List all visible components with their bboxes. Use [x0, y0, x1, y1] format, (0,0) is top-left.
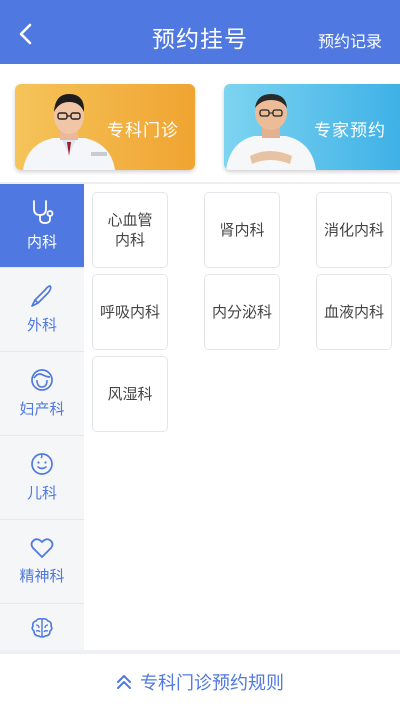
sidebar-item-internal-medicine[interactable]: 内科	[0, 184, 84, 268]
department-label: 心血管内科	[107, 211, 153, 249]
specialist-clinic-label: 专科门诊	[107, 121, 179, 141]
sidebar-item-label: 外科	[26, 316, 57, 334]
sidebar-item-neurology[interactable]	[0, 604, 84, 650]
sidebar-item-label: 儿科	[26, 484, 57, 502]
appointment-records-link[interactable]: 预约记录	[318, 28, 382, 52]
stethoscope-icon	[33, 200, 54, 224]
appointment-rules-label: 专科门诊预约规则	[140, 673, 284, 694]
appointment-rules-button[interactable]: 专科门诊预约规则	[0, 654, 400, 710]
department-grid: 心血管内科 肾内科 消化内科 呼吸内科 内分泌科 血液内科 风湿科	[84, 184, 400, 650]
department-label: 内分泌科	[211, 303, 272, 321]
scalpel-icon	[31, 285, 52, 307]
brain-icon	[31, 617, 53, 638]
baby-face-icon	[31, 453, 53, 475]
department-cell[interactable]: 风湿科	[92, 356, 168, 432]
department-cell[interactable]: 血液内科	[316, 274, 392, 350]
department-cell[interactable]: 肾内科	[204, 192, 280, 268]
department-label: 肾内科	[219, 221, 265, 239]
heart-icon	[30, 538, 54, 558]
department-category-sidebar: 内科 外科 妇产科 儿科 精神科	[0, 184, 84, 650]
department-cell[interactable]: 心血管内科	[92, 192, 168, 268]
double-chevron-up-icon	[116, 673, 132, 691]
banner-area: 专科门诊 专家预约	[0, 64, 400, 182]
department-label: 血液内科	[323, 303, 384, 321]
department-cell[interactable]: 内分泌科	[204, 274, 280, 350]
specialist-clinic-card[interactable]: 专科门诊	[15, 84, 195, 170]
department-label: 消化内科	[323, 221, 384, 239]
department-label: 呼吸内科	[99, 303, 160, 321]
expert-appointment-card[interactable]: 专家预约	[224, 84, 400, 170]
department-cell[interactable]: 消化内科	[316, 192, 392, 268]
doctor-photo-left	[23, 94, 115, 170]
department-cell[interactable]: 呼吸内科	[92, 274, 168, 350]
sidebar-item-label: 内科	[26, 233, 57, 251]
doctor-photo-right	[226, 94, 316, 170]
expert-appointment-label: 专家预约	[314, 121, 386, 141]
sidebar-item-surgery[interactable]: 外科	[0, 268, 84, 352]
department-label: 风湿科	[107, 385, 153, 403]
sidebar-item-label: 精神科	[19, 567, 65, 585]
sidebar-item-obstetrics-gynecology[interactable]: 妇产科	[0, 352, 84, 436]
female-face-icon	[31, 369, 53, 391]
sidebar-item-label: 妇产科	[19, 400, 65, 418]
sidebar-item-psychiatry[interactable]: 精神科	[0, 520, 84, 604]
app-header: 预约挂号 预约记录	[0, 0, 400, 64]
sidebar-item-pediatrics[interactable]: 儿科	[0, 436, 84, 520]
